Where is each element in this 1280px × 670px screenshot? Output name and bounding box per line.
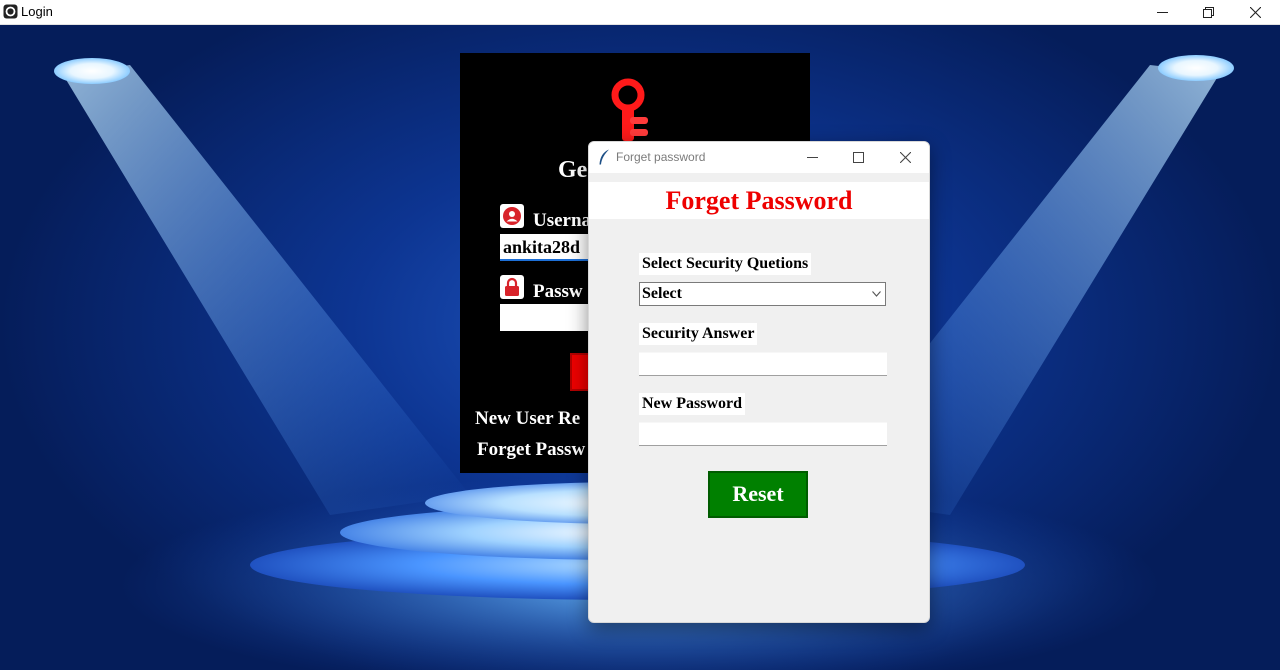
minimize-icon [806, 157, 818, 158]
key-logo-icon [611, 78, 648, 141]
feather-icon [599, 149, 609, 165]
close-button[interactable] [1232, 0, 1278, 24]
chevron-down-icon [872, 291, 881, 297]
dialog-maximize-button[interactable] [835, 142, 881, 173]
security-question-select[interactable]: Select [639, 282, 886, 306]
spotlight-right [1158, 55, 1234, 81]
dialog-close-button[interactable] [882, 142, 928, 173]
app-icon [3, 4, 18, 19]
security-question-value: Select [642, 285, 682, 302]
new-password-label: New Password [639, 393, 745, 415]
reset-button[interactable]: Reset [708, 471, 808, 518]
dialog-minimize-button[interactable] [789, 142, 835, 173]
restore-button[interactable] [1185, 0, 1231, 24]
dialog-titlebar: Forget password [589, 142, 929, 173]
lock-icon [500, 275, 524, 299]
login-heading: Ge [558, 157, 588, 183]
spotlight-left [54, 58, 130, 84]
close-icon [1249, 6, 1261, 18]
restore-icon [1202, 6, 1214, 18]
username-label: Userna [533, 210, 592, 231]
minimize-button[interactable] [1139, 0, 1185, 24]
new-user-register-link[interactable]: New User Re [475, 408, 580, 430]
security-answer-input[interactable] [639, 352, 887, 376]
dialog-header: Forget Password [589, 182, 929, 219]
user-icon [500, 204, 524, 228]
forget-password-dialog: Forget password Forget Password Select S… [588, 141, 930, 623]
dialog-title: Forget password [616, 150, 706, 164]
password-label: Passw [533, 281, 583, 302]
minimize-icon [1156, 11, 1168, 13]
security-answer-label: Security Answer [639, 323, 758, 345]
close-icon [899, 152, 911, 163]
new-password-input[interactable] [639, 422, 887, 446]
window-title: Login [21, 4, 53, 19]
security-question-label: Select Security Quetions [639, 253, 812, 275]
maximize-icon [852, 152, 864, 163]
window-titlebar: Login [0, 0, 1280, 25]
forget-password-link[interactable]: Forget Passw [477, 439, 585, 461]
